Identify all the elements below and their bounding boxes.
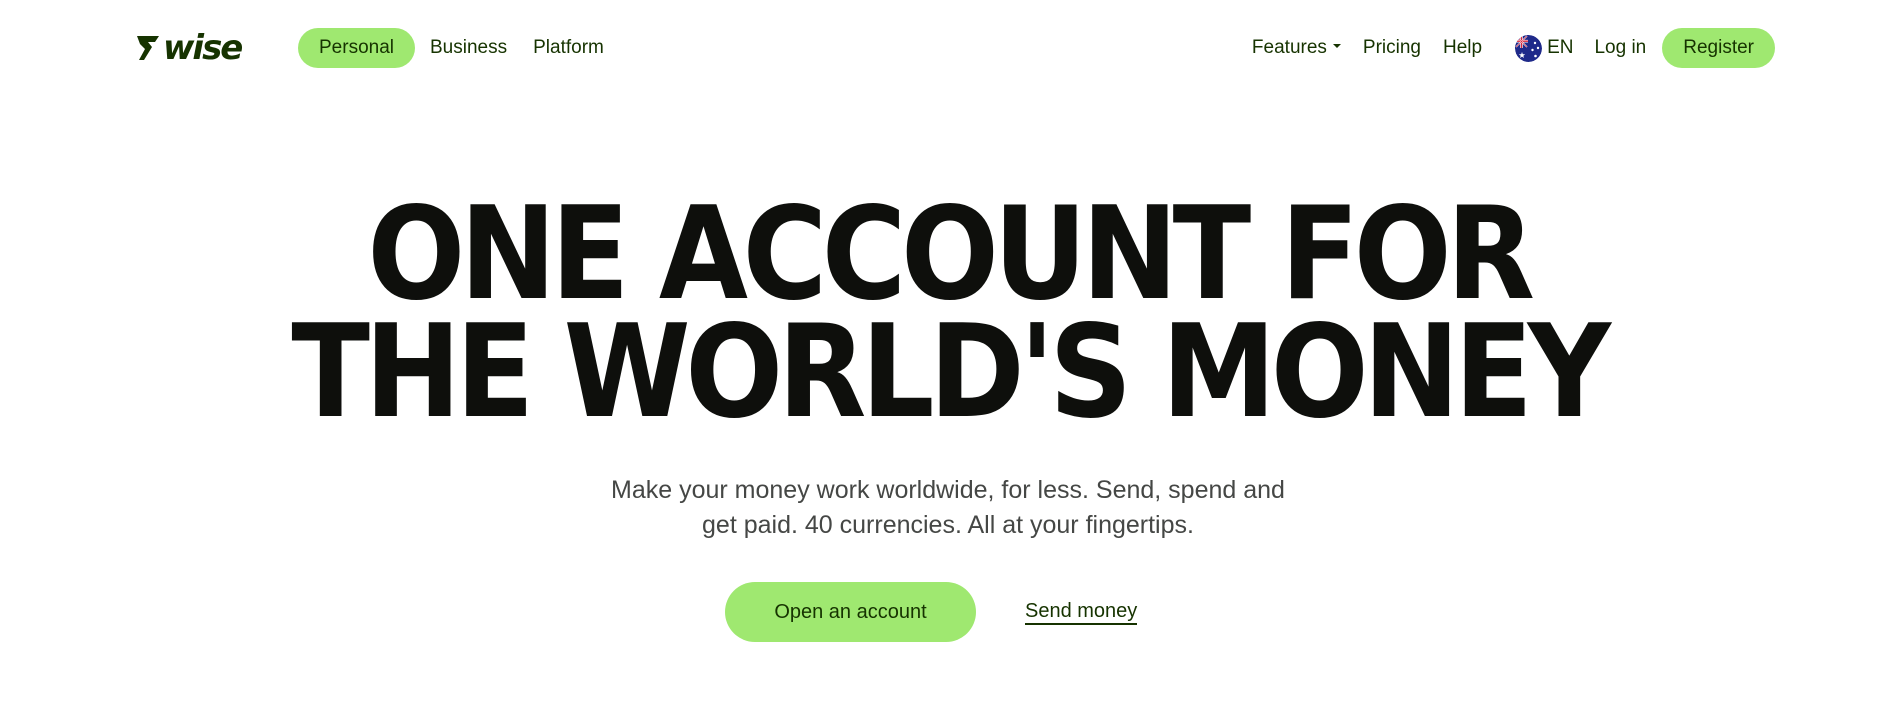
segment-switcher: Personal Business Platform — [298, 28, 615, 68]
page: wise Personal Business Platform Features… — [0, 0, 1897, 717]
language-code: EN — [1547, 37, 1574, 58]
chevron-down-icon — [1332, 43, 1341, 48]
hero-title-line-1: ONE ACCOUNT FOR — [367, 180, 1535, 329]
hero-subtitle: Make your money work worldwide, for less… — [548, 473, 1348, 543]
nav-features-dropdown[interactable]: Features — [1241, 28, 1352, 68]
hero-subtitle-line-2: get paid. 40 currencies. All at your fin… — [702, 511, 1194, 539]
nav-help-link[interactable]: Help — [1432, 28, 1493, 68]
register-button[interactable]: Register — [1662, 28, 1775, 68]
hero-title: ONE ACCOUNT FOR THE WORLD'S MONEY — [95, 180, 1802, 447]
open-account-button[interactable]: Open an account — [725, 582, 976, 642]
hero-subtitle-line-1: Make your money work worldwide, for less… — [611, 476, 1285, 504]
wise-flag-icon — [137, 36, 159, 60]
send-money-link[interactable]: Send money — [1025, 600, 1138, 625]
logo-wordmark: wise — [163, 28, 243, 68]
nav-business-link[interactable]: Business — [419, 28, 518, 68]
nav-actions: Features Pricing Help EN Log in Register — [1241, 28, 1775, 68]
wise-logo[interactable]: wise — [135, 28, 243, 68]
language-selector[interactable]: EN — [1515, 28, 1573, 68]
hero-title-line-2: THE WORLD'S MONEY — [291, 298, 1611, 447]
hero-cta-row: Open an account Send money — [725, 582, 1138, 642]
nav-platform-link[interactable]: Platform — [522, 28, 615, 68]
australia-flag-icon — [1515, 34, 1543, 62]
login-link[interactable]: Log in — [1583, 28, 1657, 68]
nav-features-label: Features — [1251, 37, 1327, 58]
nav-personal-button[interactable]: Personal — [298, 28, 415, 68]
top-navigation: wise Personal Business Platform Features… — [0, 27, 1897, 69]
nav-pricing-link[interactable]: Pricing — [1352, 28, 1432, 68]
